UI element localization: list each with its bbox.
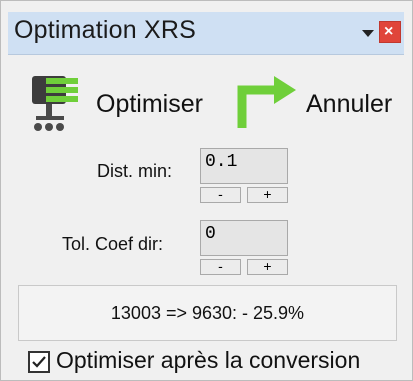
tol-coef-increment-button[interactable]: + <box>247 259 288 275</box>
tol-coef-label: Tol. Coef dir: <box>62 234 164 254</box>
result-box: 13003 => 9630: - 25.9% <box>18 285 397 341</box>
close-button[interactable]: × <box>379 21 401 43</box>
optimize-after-conversion-checkbox[interactable] <box>28 351 50 373</box>
optimize-button[interactable]: Optimiser <box>30 72 226 134</box>
cancel-button[interactable]: Annuler <box>236 72 406 134</box>
turn-arrow-icon <box>237 76 296 128</box>
dropdown-caret-icon[interactable] <box>362 30 374 37</box>
tol-coef-field[interactable]: 0 <box>200 220 288 256</box>
dist-min-label: Dist. min: <box>97 161 173 181</box>
panel-title: Optimation XRS <box>14 16 197 44</box>
dist-min-increment-button[interactable]: + <box>247 187 288 203</box>
optimize-label: Optimiser <box>96 90 203 118</box>
optimize-after-conversion-label: Optimiser après la conversion <box>56 347 361 373</box>
checkmark-icon <box>32 356 46 368</box>
tol-coef-decrement-button[interactable]: - <box>200 259 241 275</box>
compress-icon <box>32 76 78 131</box>
dist-min-field[interactable]: 0.1 <box>200 148 288 184</box>
optimize-after-conversion-option[interactable]: Optimiser après la conversion <box>28 347 408 377</box>
cancel-label: Annuler <box>306 90 393 118</box>
panel-titlebar: Optimation XRS × <box>8 12 404 55</box>
result-text: 13003 => 9630: - 25.9% <box>110 303 305 323</box>
dist-min-decrement-button[interactable]: - <box>200 187 241 203</box>
close-icon: × <box>384 23 394 40</box>
